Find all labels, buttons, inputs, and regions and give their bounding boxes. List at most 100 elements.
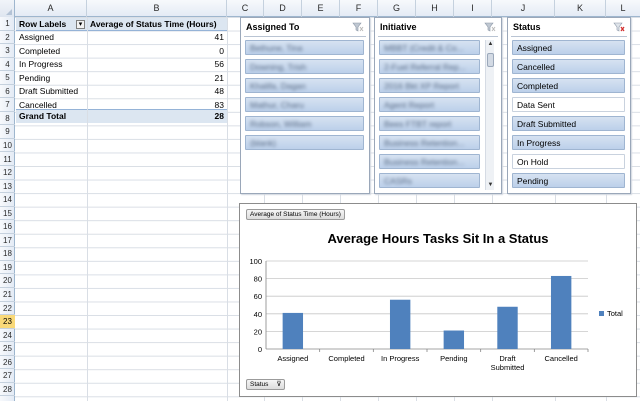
slicer-item[interactable]: Agent Report: [379, 97, 480, 112]
row-header[interactable]: 23: [0, 315, 15, 329]
pivot-row-label[interactable]: In Progress: [16, 58, 87, 72]
column-header-d[interactable]: D: [264, 0, 302, 17]
column-header-b[interactable]: B: [87, 0, 227, 17]
row-header-bar: 1 2 3 4 5 6 7 8 9 10 11 12 13 14 15 16 17 18 19 20 21 22 23 24 2…: [0, 17, 15, 401]
slicer-item[interactable]: Mathur, Charu: [245, 97, 364, 112]
column-header-f[interactable]: F: [340, 0, 378, 17]
slicer-item[interactable]: Khalifa, Dagan: [245, 78, 364, 93]
row-header[interactable]: 28: [0, 383, 15, 397]
slicer-item[interactable]: On Hold: [512, 154, 625, 169]
slicer-item[interactable]: (blank): [245, 135, 364, 150]
slicer-item[interactable]: CASRs: [379, 173, 480, 188]
pivot-row-labels-text: Row Labels: [19, 18, 67, 29]
column-header-h[interactable]: H: [416, 0, 454, 17]
slicer-item[interactable]: Business Retention...: [379, 135, 480, 150]
pivot-row-value[interactable]: 0: [88, 45, 227, 59]
column-header-j[interactable]: J: [492, 0, 555, 17]
slicer-item[interactable]: Draft Submitted: [512, 116, 625, 131]
column-header-c[interactable]: C: [227, 0, 264, 17]
scroll-down-icon[interactable]: ▼: [486, 181, 495, 190]
slicer-assigned-to[interactable]: Assigned To Bethune, Tina Downing, Trish K…: [240, 17, 370, 194]
slicer-initiative-title: Initiative: [380, 22, 417, 32]
clear-filter-icon[interactable]: [352, 22, 364, 32]
slicer-item[interactable]: Business Retention...: [379, 154, 480, 169]
chart-axis-field-button[interactable]: Status ⊽: [246, 379, 286, 390]
clear-filter-icon[interactable]: [484, 22, 496, 32]
row-header[interactable]: 10: [0, 139, 15, 153]
scroll-up-icon[interactable]: ▲: [486, 40, 495, 49]
row-header[interactable]: 24: [0, 329, 15, 343]
pivot-row-value[interactable]: 21: [88, 72, 227, 86]
row-header[interactable]: 12: [0, 166, 15, 180]
bar: [389, 299, 411, 349]
column-header-l[interactable]: L: [606, 0, 640, 17]
slicer-initiative[interactable]: Initiative MBBT (Credit & Co... 2-Fuel Re…: [374, 17, 502, 194]
slicer-item-label: On Hold: [517, 157, 549, 167]
slicer-item-label: Khalifa, Dagan: [250, 81, 306, 91]
slicer-item-label: Draft Submitted: [517, 119, 577, 129]
row-header[interactable]: 18: [0, 247, 15, 261]
column-header-i[interactable]: I: [454, 0, 492, 17]
column-header-g[interactable]: G: [378, 0, 416, 17]
slicer-item[interactable]: Data Sent: [512, 97, 625, 112]
row-header[interactable]: 4: [0, 58, 15, 72]
filter-dropdown-icon[interactable]: ⊽: [276, 380, 281, 388]
pivot-row-label[interactable]: Completed: [16, 45, 87, 59]
slicer-item-label: CASRs: [384, 176, 412, 186]
slicer-item[interactable]: 2-Fuel Referral Rep...: [379, 59, 480, 74]
row-header[interactable]: 6: [0, 85, 15, 99]
pivot-value-header[interactable]: Average of Status Time (Hours): [88, 17, 227, 31]
scroll-thumb[interactable]: [487, 53, 494, 67]
column-header-k[interactable]: K: [555, 0, 606, 17]
row-header[interactable]: 22: [0, 302, 15, 316]
row-header[interactable]: 3: [0, 44, 15, 58]
select-all-button[interactable]: [0, 0, 15, 17]
row-header[interactable]: 19: [0, 261, 15, 275]
row-header[interactable]: 8: [0, 112, 15, 126]
pivot-row-label[interactable]: Assigned: [16, 31, 87, 45]
slicer-divider: [244, 36, 366, 37]
pivot-row-value[interactable]: 56: [88, 58, 227, 72]
slicer-item[interactable]: In Progress: [512, 135, 625, 150]
row-header[interactable]: 1: [0, 17, 15, 31]
pivot-row-label[interactable]: Draft Submitted: [16, 85, 87, 99]
clear-filter-icon[interactable]: [613, 22, 625, 32]
slicer-item[interactable]: MBBT (Credit & Co...: [379, 40, 480, 55]
pivot-row-value[interactable]: 48: [88, 85, 227, 99]
pivot-grand-total-label[interactable]: Grand Total: [16, 109, 87, 123]
slicer-item-label: Data Sent: [517, 100, 555, 110]
row-header[interactable]: 21: [0, 288, 15, 302]
row-header[interactable]: 26: [0, 356, 15, 370]
row-header[interactable]: 5: [0, 71, 15, 85]
pivot-row-value[interactable]: 41: [88, 31, 227, 45]
slicer-item[interactable]: Bees FTBT report: [379, 116, 480, 131]
row-header[interactable]: 14: [0, 193, 15, 207]
row-header[interactable]: 15: [0, 207, 15, 221]
column-header-e[interactable]: E: [302, 0, 340, 17]
slicer-scrollbar[interactable]: ▲ ▼: [485, 40, 494, 190]
pivot-row-label[interactable]: Pending: [16, 72, 87, 86]
row-header[interactable]: 11: [0, 153, 15, 167]
filter-dropdown-icon[interactable]: ▾: [76, 20, 85, 29]
slicer-item[interactable]: Assigned: [512, 40, 625, 55]
row-header[interactable]: 16: [0, 220, 15, 234]
row-header[interactable]: 9: [0, 125, 15, 139]
row-header[interactable]: 17: [0, 234, 15, 248]
column-header-a[interactable]: A: [15, 0, 87, 17]
row-header[interactable]: 27: [0, 369, 15, 383]
slicer-item[interactable]: Cancelled: [512, 59, 625, 74]
row-header[interactable]: 7: [0, 98, 15, 112]
pivot-chart[interactable]: Average of Status Time (Hours) Average H…: [239, 203, 637, 397]
slicer-item[interactable]: Completed: [512, 78, 625, 93]
row-header[interactable]: 20: [0, 274, 15, 288]
row-header[interactable]: 13: [0, 180, 15, 194]
slicer-status[interactable]: Status Assigned Cancelled Completed Data Se…: [507, 17, 631, 194]
row-header[interactable]: 25: [0, 342, 15, 356]
slicer-item[interactable]: Pending: [512, 173, 625, 188]
row-header[interactable]: 2: [0, 31, 15, 45]
slicer-item[interactable]: Downing, Trish: [245, 59, 364, 74]
pivot-grand-total-value[interactable]: 28: [88, 109, 227, 123]
slicer-item[interactable]: Bethune, Tina: [245, 40, 364, 55]
slicer-item[interactable]: 2016 Bkt XP Report: [379, 78, 480, 93]
slicer-item[interactable]: Robson, William: [245, 116, 364, 131]
